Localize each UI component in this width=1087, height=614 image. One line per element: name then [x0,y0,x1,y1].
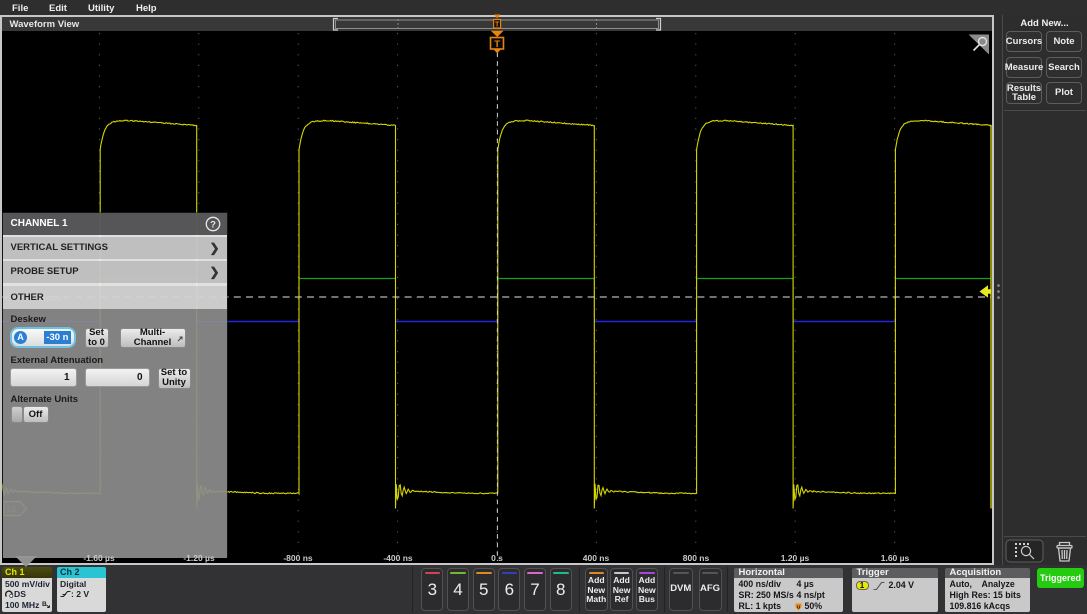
svg-text:u: u [796,604,799,610]
svg-text:?: ? [210,219,216,230]
svg-text:B: B [42,601,47,608]
